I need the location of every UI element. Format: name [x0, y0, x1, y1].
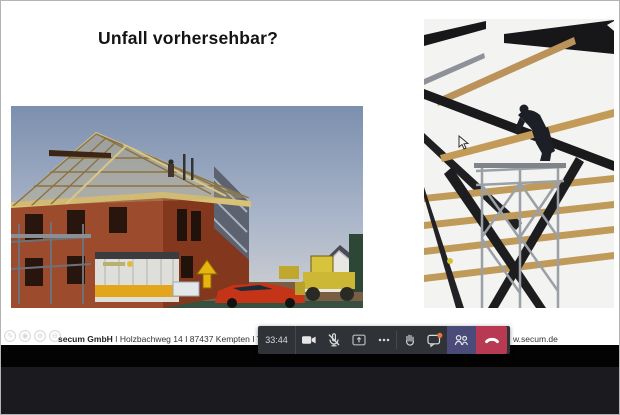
chat-button[interactable] [422, 326, 447, 354]
slide-footer-address: secum GmbH I Holzbachweg 14 I 87437 Kemp… [58, 334, 262, 344]
share-screen-icon [351, 332, 367, 348]
camera-button[interactable] [296, 326, 321, 354]
chat-icon [426, 332, 443, 348]
zoom-in-icon[interactable]: ⊕ [34, 330, 46, 342]
more-options-button[interactable] [371, 326, 396, 354]
shared-slide: Unfall vorhersehbar? [1, 1, 620, 345]
hang-up-button[interactable] [476, 326, 507, 354]
raise-hand-button[interactable] [397, 326, 422, 354]
share-screen-button[interactable] [346, 326, 371, 354]
participants-bar: B AK OA PL Löchle, Peter [1, 367, 620, 415]
participants-button[interactable] [447, 326, 476, 354]
photo-worker-on-beams [424, 19, 614, 308]
teams-meeting-window: Unfall vorhersehbar? [0, 0, 620, 415]
call-toolbar: 33:44 [258, 326, 510, 354]
company-address: I Holzbachweg 14 I 87437 Kempten I T [113, 334, 262, 344]
annotation-toolbar: ✎ ◉ ⊕ ⊖ [4, 330, 61, 342]
laser-pointer-icon[interactable]: ◉ [19, 330, 31, 342]
microphone-button[interactable] [321, 326, 346, 354]
slide-title: Unfall vorhersehbar? [98, 28, 278, 49]
notification-dot [437, 333, 442, 338]
raise-hand-icon [402, 332, 418, 348]
mouse-cursor [458, 135, 469, 150]
hang-up-icon [483, 332, 501, 348]
more-options-icon [376, 332, 392, 348]
company-name: secum GmbH [58, 334, 113, 344]
pen-icon[interactable]: ✎ [4, 330, 16, 342]
photo-house-construction [11, 106, 363, 308]
call-timer: 33:44 [258, 326, 296, 354]
mic-muted-icon [326, 332, 342, 348]
participants-icon [453, 332, 470, 348]
slide-footer-website: w.secum.de [513, 334, 558, 344]
camera-icon [301, 332, 317, 348]
